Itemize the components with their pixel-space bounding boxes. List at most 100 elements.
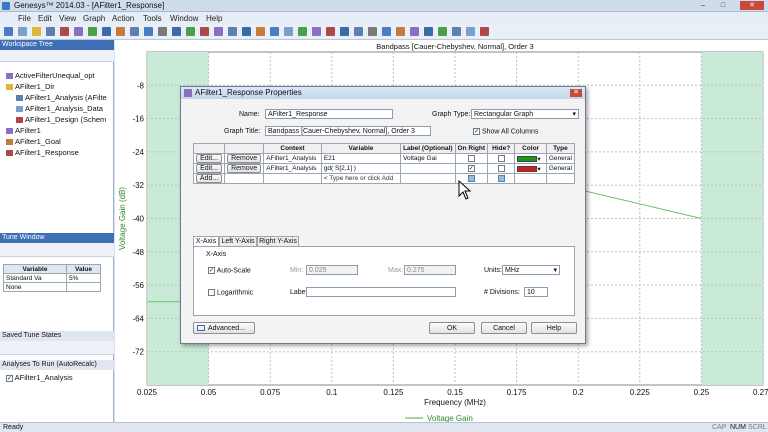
toolbar-tool-icon[interactable] xyxy=(46,27,55,36)
toolbar-tool-icon[interactable] xyxy=(228,27,237,36)
hide-checkbox[interactable] xyxy=(497,174,505,182)
tree-item-analysis-data[interactable]: AFilter1_Analysis_Data xyxy=(16,104,103,113)
help-button[interactable]: Help xyxy=(531,322,577,334)
menu-view[interactable]: View xyxy=(59,14,76,23)
toolbar-tool-icon[interactable] xyxy=(60,27,69,36)
hide-checkbox[interactable] xyxy=(497,154,505,162)
toolbar-tool-icon[interactable] xyxy=(298,27,307,36)
analysis-run-item[interactable]: ✓ AFilter1_Analysis xyxy=(6,373,73,382)
toolbar-tool-icon[interactable] xyxy=(214,27,223,36)
units-select[interactable]: MHz xyxy=(502,265,560,275)
toolbar-tool-icon[interactable] xyxy=(354,27,363,36)
auto-scale-checkbox[interactable]: ✓ xyxy=(208,267,215,274)
toolbar-tool-icon[interactable] xyxy=(242,27,251,36)
logarithmic-checkbox[interactable] xyxy=(208,289,215,296)
toolbar-tool-icon[interactable] xyxy=(368,27,377,36)
close-icon[interactable]: ✕ xyxy=(570,89,582,97)
on-right-checkbox[interactable]: ✓ xyxy=(467,164,475,172)
toolbar-tool-icon[interactable] xyxy=(158,27,167,36)
color-swatch[interactable] xyxy=(517,165,538,172)
toolbar-tool-icon[interactable] xyxy=(284,27,293,36)
toolbar-tool-icon[interactable] xyxy=(88,27,97,36)
toolbar-tool-icon[interactable] xyxy=(480,27,489,36)
tree-item-design[interactable]: AFilter1_Design (Schem xyxy=(16,115,106,124)
remove-button[interactable]: Remove xyxy=(227,164,262,173)
menu-edit[interactable]: Edit xyxy=(38,14,52,23)
toolbar-tool-icon[interactable] xyxy=(144,27,153,36)
axis-label-field[interactable] xyxy=(306,287,456,297)
divisions-field[interactable]: 10 xyxy=(524,287,548,297)
tree-item-activefilter[interactable]: ActiveFilterUnequal_opt xyxy=(6,71,95,80)
maximize-button[interactable]: □ xyxy=(714,1,732,10)
toolbar-tool-icon[interactable] xyxy=(74,27,83,36)
cancel-button[interactable]: Cancel xyxy=(481,322,527,334)
min-field[interactable]: 0.025 xyxy=(306,265,358,275)
edit-button[interactable]: Edit... xyxy=(196,164,223,173)
toolbar-tool-icon[interactable] xyxy=(270,27,279,36)
advanced-button[interactable]: Advanced... xyxy=(193,322,255,334)
toolbar-tool-icon[interactable] xyxy=(312,27,321,36)
show-all-columns-checkbox[interactable]: ✓ xyxy=(473,128,480,135)
tree-item-analysis[interactable]: AFilter1_Analysis (AFilte xyxy=(16,93,107,102)
toolbar-tool-icon[interactable] xyxy=(452,27,461,36)
toolbar-tool-icon[interactable] xyxy=(382,27,391,36)
table-row[interactable]: None xyxy=(3,282,102,292)
toolbar-tool-icon[interactable] xyxy=(326,27,335,36)
table-row[interactable]: Edit... Remove AFilter1_Analysis gd( S[2… xyxy=(192,163,576,174)
table-row[interactable]: Edit... Remove AFilter1_Analysis E21 Vol… xyxy=(192,153,576,164)
label-cell[interactable] xyxy=(400,163,456,174)
tree-item-goal[interactable]: AFilter1_Goal xyxy=(6,137,61,146)
ok-button[interactable]: OK xyxy=(429,322,475,334)
context-cell[interactable]: AFilter1_Analysis xyxy=(263,163,322,174)
tab-right-y-axis[interactable]: Right Y-Axis xyxy=(257,236,299,246)
toolbar-tool-icon[interactable] xyxy=(256,27,265,36)
toolbar-tool-icon[interactable] xyxy=(340,27,349,36)
toolbar-tool-icon[interactable] xyxy=(438,27,447,36)
table-row[interactable]: Standard Va 5% xyxy=(3,273,102,283)
menu-file[interactable]: File xyxy=(18,14,31,23)
tree-item-afilter1[interactable]: AFilter1 xyxy=(6,126,41,135)
type-cell[interactable]: General xyxy=(545,153,576,164)
close-button[interactable]: ✕ xyxy=(740,1,764,10)
toolbar-tool-icon[interactable] xyxy=(102,27,111,36)
toolbar-tool-icon[interactable] xyxy=(410,27,419,36)
tab-left-y-axis[interactable]: Left Y-Axis xyxy=(219,236,257,246)
toolbar-tool-icon[interactable] xyxy=(172,27,181,36)
toolbar-tool-icon[interactable] xyxy=(116,27,125,36)
toolbar-tool-icon[interactable] xyxy=(4,27,13,36)
add-button[interactable]: Add... xyxy=(196,174,223,183)
label-cell[interactable]: Voltage Gai xyxy=(400,153,456,164)
context-cell[interactable]: AFilter1_Analysis xyxy=(263,153,322,164)
variable-cell[interactable]: E21 xyxy=(320,153,402,164)
color-swatch[interactable] xyxy=(517,155,538,162)
toolbar-tool-icon[interactable] xyxy=(186,27,195,36)
variable-cell[interactable]: gd( S[2,1] ) xyxy=(320,163,402,174)
graph-type-select[interactable]: Rectangular Graph xyxy=(471,109,579,119)
tree-item-afilter1-dir[interactable]: AFilter1_Dir xyxy=(6,82,55,91)
table-row[interactable]: Add... < Type here or click Add xyxy=(192,173,576,184)
menu-action[interactable]: Action xyxy=(112,14,134,23)
remove-button[interactable]: Remove xyxy=(227,154,262,163)
tree-item-response[interactable]: AFilter1_Response xyxy=(6,148,79,157)
on-right-checkbox[interactable] xyxy=(467,154,475,162)
max-field[interactable]: 0.275 xyxy=(404,265,456,275)
auto-scale-option[interactable]: ✓ Auto-Scale xyxy=(208,267,251,274)
analysis-checkbox[interactable]: ✓ xyxy=(6,374,13,382)
logarithmic-option[interactable]: Logarithmic xyxy=(208,289,253,296)
menu-graph[interactable]: Graph xyxy=(83,14,105,23)
add-placeholder[interactable]: < Type here or click Add xyxy=(320,173,402,184)
toolbar-tool-icon[interactable] xyxy=(424,27,433,36)
type-cell[interactable]: General xyxy=(545,163,576,174)
show-all-columns-option[interactable]: ✓ Show All Columns xyxy=(473,128,538,135)
menu-tools[interactable]: Tools xyxy=(143,14,162,23)
toolbar-tool-icon[interactable] xyxy=(130,27,139,36)
toolbar-tool-icon[interactable] xyxy=(18,27,27,36)
graph-title-field[interactable]: Bandpass [Cauer-Chebyshev, Normal], Orde… xyxy=(265,126,431,136)
name-field[interactable]: AFilter1_Response xyxy=(265,109,393,119)
menu-help[interactable]: Help xyxy=(206,14,222,23)
toolbar-tool-icon[interactable] xyxy=(200,27,209,36)
toolbar-tool-icon[interactable] xyxy=(466,27,475,36)
minimize-button[interactable]: – xyxy=(694,1,712,10)
toolbar-tool-icon[interactable] xyxy=(396,27,405,36)
toolbar-tool-icon[interactable] xyxy=(32,27,41,36)
